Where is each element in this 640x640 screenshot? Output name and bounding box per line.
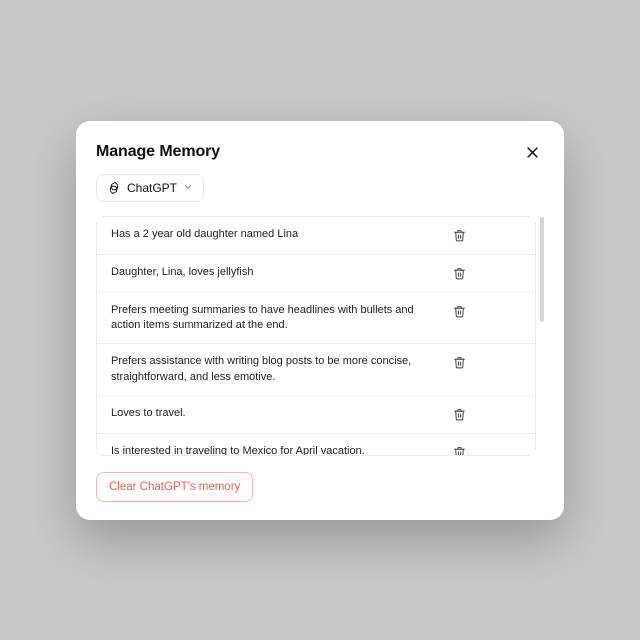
manage-memory-modal: Manage Memory ChatGPT Has [76, 121, 564, 520]
modal-header: Manage Memory [96, 141, 544, 164]
close-button[interactable] [521, 141, 544, 164]
openai-logo-icon [107, 181, 121, 195]
delete-memory-button[interactable] [451, 406, 468, 423]
memory-row: Loves to travel. [97, 396, 535, 434]
source-selected-label: ChatGPT [127, 181, 177, 195]
memory-text: Has a 2 year old daughter named Lina [111, 227, 441, 242]
modal-title: Manage Memory [96, 143, 220, 161]
trash-icon [453, 447, 466, 455]
trash-icon [453, 230, 466, 245]
trash-icon [453, 409, 466, 424]
memory-row: Daughter, Lina, loves jellyfish [97, 255, 535, 293]
trash-icon [453, 268, 466, 283]
delete-memory-button[interactable] [451, 354, 468, 371]
memory-text: Loves to travel. [111, 406, 441, 421]
scrollbar[interactable] [540, 217, 544, 322]
memory-row: Is interested in traveling to Mexico for… [97, 434, 535, 455]
source-selector[interactable]: ChatGPT [96, 174, 204, 202]
delete-memory-button[interactable] [451, 444, 468, 455]
delete-memory-button[interactable] [451, 265, 468, 282]
delete-memory-button[interactable] [451, 227, 468, 244]
memory-list: Has a 2 year old daughter named Lina Dau… [96, 216, 536, 456]
clear-memory-button[interactable]: Clear ChatGPT's memory [96, 472, 253, 502]
memory-text: Daughter, Lina, loves jellyfish [111, 265, 441, 280]
memory-row: Has a 2 year old daughter named Lina [97, 217, 535, 255]
memory-text: Is interested in traveling to Mexico for… [111, 444, 441, 455]
memory-list-container: Has a 2 year old daughter named Lina Dau… [96, 216, 544, 456]
delete-memory-button[interactable] [451, 303, 468, 320]
close-icon [525, 148, 540, 163]
chevron-down-icon [183, 181, 193, 195]
trash-icon [453, 357, 466, 372]
trash-icon [453, 306, 466, 321]
memory-text: Prefers meeting summaries to have headli… [111, 303, 441, 334]
memory-text: Prefers assistance with writing blog pos… [111, 354, 441, 385]
memory-row: Prefers meeting summaries to have headli… [97, 293, 535, 345]
memory-row: Prefers assistance with writing blog pos… [97, 344, 535, 396]
